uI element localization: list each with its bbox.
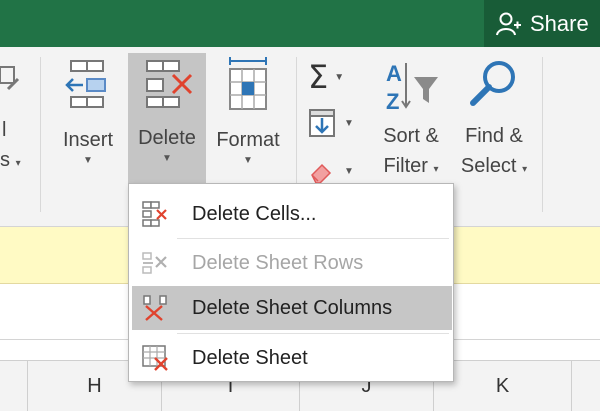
group-separator: [542, 57, 543, 212]
sigma-icon: Σ: [308, 58, 329, 96]
menu-item-delete-cells[interactable]: Delete Cells...: [132, 192, 452, 236]
partial-left-button[interactable]: l s ▾: [0, 59, 28, 179]
chevron-down-icon: ▼: [162, 153, 172, 164]
chevron-down-icon: ▼: [334, 71, 345, 83]
insert-cells-icon: [65, 60, 106, 108]
share-button[interactable]: Share: [484, 0, 600, 47]
delete-label: Delete: [138, 127, 196, 149]
insert-label: Insert: [62, 129, 114, 151]
svg-text:Z: Z: [386, 89, 399, 114]
delete-cells-icon: [146, 60, 193, 108]
insert-button[interactable]: Insert ▼: [52, 55, 124, 205]
add-person-icon: [496, 12, 521, 35]
menu-separator: [177, 333, 449, 334]
sort-filter-icon: A Z: [386, 61, 438, 114]
group-separator: [40, 57, 41, 212]
fill-down-icon: [309, 109, 335, 137]
format-cells-icon: [229, 57, 267, 110]
title-bar: Share: [0, 0, 600, 47]
menu-separator: [177, 238, 449, 239]
delete-columns-icon: [132, 294, 180, 322]
menu-item-label: Delete Cells...: [192, 202, 317, 225]
menu-item-delete-sheet[interactable]: Delete Sheet: [132, 336, 452, 380]
partial-label-top: l: [2, 119, 7, 141]
chevron-down-icon: ▼: [83, 155, 93, 166]
partial-label-bottom: s ▾: [0, 149, 21, 171]
sort-label-line1: Sort &: [383, 125, 439, 147]
delete-rows-icon: [132, 249, 180, 277]
delete-cells-icon: [132, 200, 180, 228]
partial-icon: [0, 66, 20, 91]
magnifier-icon: [470, 61, 515, 106]
menu-item-label: Delete Sheet Columns: [192, 296, 393, 319]
chevron-down-icon: ▼: [243, 155, 253, 166]
svg-text:A: A: [386, 61, 402, 86]
menu-item-label: Delete Sheet Rows: [192, 251, 364, 274]
delete-dropdown-menu: Delete Cells... Delete Sheet Rows Delete…: [128, 183, 454, 382]
find-label-line2: Select ▾: [460, 155, 528, 177]
autosum-button[interactable]: Σ ▼: [308, 57, 366, 97]
delete-sheet-icon: [132, 344, 180, 372]
find-label-line1: Find &: [465, 125, 523, 147]
column-header-partial[interactable]: [0, 361, 28, 411]
chevron-down-icon: ▼: [344, 117, 354, 129]
find-select-button[interactable]: Find & Select ▾: [454, 55, 534, 205]
sort-label-line2: Filter ▾: [383, 155, 439, 177]
menu-item-label: Delete Sheet: [192, 346, 308, 369]
editing-small-buttons: Σ ▼ ▼ ▼: [308, 57, 366, 193]
fill-button[interactable]: ▼: [308, 101, 366, 145]
column-header-partial[interactable]: [572, 361, 600, 411]
menu-item-delete-sheet-rows[interactable]: Delete Sheet Rows: [132, 241, 452, 285]
menu-item-delete-sheet-columns[interactable]: Delete Sheet Columns: [132, 286, 452, 330]
chevron-down-icon: ▼: [344, 165, 354, 177]
delete-button[interactable]: Delete ▼: [128, 53, 206, 187]
eraser-icon: [311, 163, 332, 183]
share-label: Share: [530, 10, 589, 36]
column-header-k[interactable]: K: [434, 361, 572, 411]
format-label: Format: [216, 129, 280, 151]
